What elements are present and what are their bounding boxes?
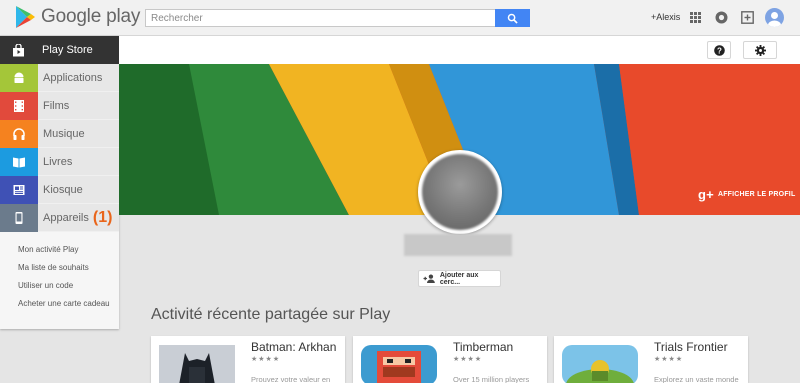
help-icon: ? — [713, 44, 725, 56]
view-profile-label: AFFICHER LE PROFIL — [717, 191, 796, 198]
star-rating: ★★★★ — [453, 356, 483, 363]
app-description: Prouvez votre valeur en — [251, 375, 331, 383]
user-name-link[interactable]: +Alexis — [651, 12, 680, 22]
sidebar-item-books[interactable]: Livres — [0, 147, 119, 176]
sidebar-item-music[interactable]: Musique — [0, 119, 119, 148]
add-to-circles-label: Ajouter aux cerc... — [439, 271, 479, 286]
sidebar-item-label: Appareils — [43, 211, 89, 224]
sidebar-item-films[interactable]: Films — [0, 91, 119, 120]
view-profile-link[interactable]: g+ AFFICHER LE PROFIL — [698, 187, 795, 202]
android-icon — [0, 63, 38, 92]
sidebar-item-newsstand[interactable]: Kiosque — [0, 175, 119, 204]
logo-text: Google play — [41, 6, 141, 27]
app-thumbnail — [159, 345, 235, 383]
sidebar-link-my-activity[interactable]: Mon activité Play — [18, 244, 114, 255]
google-play-logo[interactable]: Google play — [14, 5, 140, 29]
app-description: Explorez un vaste monde — [654, 375, 739, 383]
sidebar-link-wishlist[interactable]: Ma liste de souhaits — [18, 262, 114, 273]
google-plus-icon: g+ — [698, 187, 714, 202]
film-icon — [0, 91, 38, 120]
top-header: Google play +Alexis — [0, 0, 800, 36]
sidebar-item-applications[interactable]: Applications — [0, 63, 119, 92]
app-title: Batman: Arkhan — [251, 340, 337, 354]
sidebar-item-label: Kiosque — [43, 183, 83, 196]
profile-name-redacted — [404, 234, 512, 256]
profile-toolbar: ? — [119, 36, 800, 64]
sidebar-item-label: Play Store — [42, 44, 93, 56]
notifications-icon[interactable] — [714, 10, 728, 24]
search-bar — [145, 9, 530, 27]
sidebar-item-play-store[interactable]: Play Store — [0, 36, 119, 64]
profile-photo-image — [422, 154, 498, 230]
app-description: Over 15 million players — [453, 375, 530, 383]
app-card-timberman[interactable]: Timberman ★★★★ Over 15 million players — [353, 336, 547, 383]
sidebar-item-devices[interactable]: Appareils (1) — [0, 203, 119, 232]
app-title: Timberman — [453, 340, 514, 354]
app-card-trials-frontier[interactable]: Trials Frontier ★★★★ Explorez un vaste m… — [554, 336, 748, 383]
sidebar-item-label: Films — [43, 99, 70, 112]
add-to-circles-button[interactable]: Ajouter aux cerc... — [418, 270, 501, 287]
add-person-icon — [423, 274, 435, 283]
app-card-batman[interactable]: Batman: Arkhan ★★★★ Prouvez votre valeur… — [151, 336, 345, 383]
shopping-bag-icon — [0, 36, 36, 64]
gear-icon — [754, 44, 766, 56]
apps-grid-icon[interactable] — [688, 10, 702, 24]
annotation-number: (1) — [92, 208, 113, 226]
app-thumbnail — [562, 345, 638, 383]
help-button[interactable]: ? — [707, 41, 731, 59]
recent-activity-title: Activité récente partagée sur Play — [151, 306, 391, 323]
sidebar: Play Store Applications Films Musique Li… — [0, 36, 119, 329]
newspaper-icon — [0, 175, 38, 204]
app-title: Trials Frontier — [654, 340, 728, 354]
sidebar-link-gift-card[interactable]: Acheter une carte cadeau — [18, 298, 114, 309]
sidebar-item-label: Applications — [43, 71, 103, 84]
user-avatar[interactable] — [765, 8, 784, 27]
app-thumbnail — [361, 345, 437, 383]
play-triangle-icon — [16, 6, 35, 28]
book-icon — [0, 147, 38, 176]
device-icon — [0, 203, 38, 232]
headphones-icon — [0, 119, 38, 148]
search-icon — [507, 13, 518, 24]
search-input[interactable] — [145, 9, 495, 27]
share-plus-icon[interactable] — [740, 10, 754, 24]
profile-photo[interactable] — [418, 150, 502, 234]
star-rating: ★★★★ — [251, 356, 281, 363]
sidebar-item-label: Livres — [43, 155, 73, 168]
sidebar-link-redeem[interactable]: Utiliser un code — [18, 280, 114, 291]
star-rating: ★★★★ — [654, 356, 684, 363]
sidebar-item-label: Musique — [43, 127, 85, 140]
settings-button[interactable] — [743, 41, 777, 59]
search-button[interactable] — [495, 9, 530, 27]
svg-text:?: ? — [717, 46, 722, 55]
